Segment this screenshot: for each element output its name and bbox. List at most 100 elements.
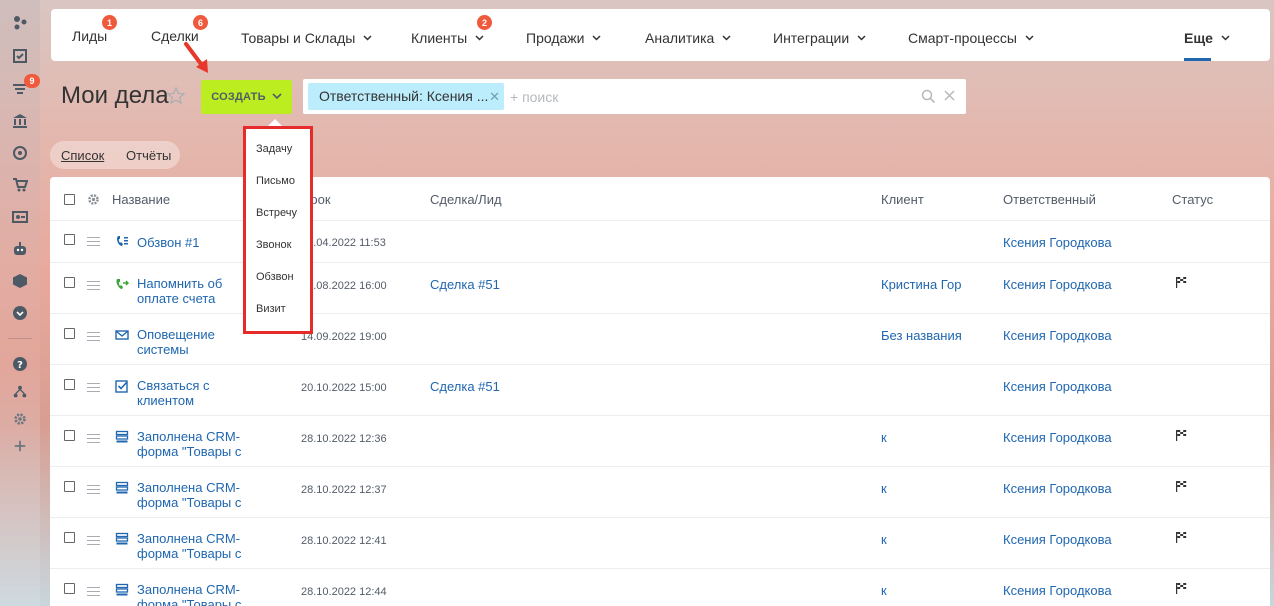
- nav-item-products-warehouses[interactable]: Товары и Склады: [241, 28, 372, 46]
- column-header-name[interactable]: Название: [112, 192, 170, 207]
- drag-handle-icon[interactable]: [87, 434, 100, 446]
- row-checkbox[interactable]: [64, 379, 75, 390]
- nav-item-more[interactable]: Еще: [1184, 28, 1230, 46]
- create-button[interactable]: СОЗДАТЬ: [201, 80, 292, 114]
- menu-item-visit[interactable]: Визит: [256, 303, 286, 315]
- menu-item-email[interactable]: Письмо: [256, 175, 295, 187]
- tasks-icon[interactable]: [11, 47, 29, 65]
- create-dropdown-menu: Задачу Письмо Встречу Звонок Обзвон Визи…: [243, 126, 313, 334]
- select-all-checkbox[interactable]: [64, 194, 75, 205]
- activity-name-link[interactable]: Связаться с клиентом: [137, 378, 252, 408]
- favorite-star-icon[interactable]: [166, 86, 186, 106]
- more-down-icon[interactable]: [11, 304, 29, 322]
- filter-chip-responsible[interactable]: Ответственный: Ксения ... ✕: [308, 83, 504, 110]
- client-link[interactable]: Без названия: [881, 328, 962, 343]
- row-checkbox[interactable]: [64, 234, 75, 245]
- bank-icon[interactable]: [11, 112, 29, 130]
- table-row[interactable]: Заполнена CRM-форма "Товары с 28.10.2022…: [50, 568, 1270, 606]
- close-icon[interactable]: ✕: [489, 83, 500, 110]
- client-link[interactable]: к: [881, 532, 887, 547]
- table-row[interactable]: Обзвон #1 14.04.2022 11:53 Ксения Городк…: [50, 220, 1270, 262]
- menu-item-meeting[interactable]: Встречу: [256, 207, 297, 219]
- chevron-down-icon: [1025, 28, 1034, 44]
- target-icon[interactable]: [11, 144, 29, 162]
- tab-reports[interactable]: Отчёты: [126, 148, 171, 163]
- nav-item-sales[interactable]: Продажи: [526, 28, 601, 46]
- drag-handle-icon[interactable]: [87, 237, 100, 249]
- menu-item-call[interactable]: Звонок: [256, 239, 292, 251]
- drag-handle-icon[interactable]: [87, 587, 100, 599]
- view-tabs: Список Отчёты: [50, 141, 180, 169]
- row-checkbox[interactable]: [64, 481, 75, 492]
- table-row[interactable]: Заполнена CRM-форма "Товары с 28.10.2022…: [50, 415, 1270, 466]
- drag-handle-icon[interactable]: [87, 383, 100, 395]
- robot-icon[interactable]: [11, 240, 29, 258]
- tab-list[interactable]: Список: [61, 148, 104, 163]
- activity-deadline: 28.10.2022 12:44: [301, 586, 387, 598]
- table-row[interactable]: Связаться с клиентом 20.10.2022 15:00 Сд…: [50, 364, 1270, 415]
- table-row[interactable]: Оповещение системы 14.09.2022 19:00 Без …: [50, 313, 1270, 364]
- table-row[interactable]: Заполнена CRM-форма "Товары с 28.10.2022…: [50, 466, 1270, 517]
- client-link[interactable]: Кристина Гор: [881, 277, 961, 292]
- nav-item-integrations[interactable]: Интеграции: [773, 28, 866, 46]
- menu-item-task[interactable]: Задачу: [256, 143, 292, 155]
- client-link[interactable]: к: [881, 430, 887, 445]
- activity-name-link[interactable]: Обзвон #1: [137, 235, 252, 250]
- column-header-deal-lead[interactable]: Сделка/Лид: [430, 192, 502, 207]
- table-row[interactable]: Заполнена CRM-форма "Товары с 28.10.2022…: [50, 517, 1270, 568]
- drag-handle-icon[interactable]: [87, 485, 100, 497]
- nav-item-clients[interactable]: Клиенты: [411, 28, 484, 46]
- responsible-link[interactable]: Ксения Городкова: [1003, 430, 1112, 445]
- drag-handle-icon[interactable]: [87, 332, 100, 344]
- responsible-link[interactable]: Ксения Городкова: [1003, 532, 1112, 547]
- apps-icon[interactable]: [11, 14, 29, 32]
- table-row[interactable]: Напомнить об оплате счета 16.08.2022 16:…: [50, 262, 1270, 313]
- client-link[interactable]: к: [881, 481, 887, 496]
- drag-handle-icon[interactable]: [87, 281, 100, 293]
- nav-item-smart-processes[interactable]: Смарт-процессы: [908, 28, 1034, 46]
- activity-name-link[interactable]: Заполнена CRM-форма "Товары с: [137, 582, 252, 606]
- row-checkbox[interactable]: [64, 583, 75, 594]
- table-settings-gear-icon[interactable]: [87, 193, 100, 206]
- row-checkbox[interactable]: [64, 328, 75, 339]
- crm-form-icon: [115, 532, 129, 545]
- responsible-link[interactable]: Ксения Городкова: [1003, 379, 1112, 394]
- activity-name-link[interactable]: Заполнена CRM-форма "Товары с: [137, 480, 252, 510]
- deal-link[interactable]: Сделка #51: [430, 379, 500, 394]
- finish-flag-icon: [1176, 481, 1187, 492]
- responsible-link[interactable]: Ксения Городкова: [1003, 277, 1112, 292]
- structure-icon[interactable]: [11, 383, 29, 401]
- activity-name-link[interactable]: Заполнена CRM-форма "Товары с: [137, 429, 252, 459]
- nav-item-label: Интеграции: [773, 30, 850, 46]
- settings-gear-icon[interactable]: [11, 410, 29, 428]
- row-checkbox[interactable]: [64, 277, 75, 288]
- row-checkbox[interactable]: [64, 532, 75, 543]
- nav-item-leads[interactable]: Лиды: [72, 28, 107, 44]
- responsible-link[interactable]: Ксения Городкова: [1003, 481, 1112, 496]
- nav-item-analytics[interactable]: Аналитика: [645, 28, 731, 46]
- deal-link[interactable]: Сделка #51: [430, 277, 500, 292]
- column-header-responsible[interactable]: Ответственный: [1003, 192, 1096, 207]
- search-icon[interactable]: [921, 89, 936, 104]
- contact-card-icon[interactable]: [11, 208, 29, 226]
- activity-deadline: 28.10.2022 12:41: [301, 535, 387, 547]
- client-link[interactable]: к: [881, 583, 887, 598]
- activity-name-link[interactable]: Заполнена CRM-форма "Товары с: [137, 531, 252, 561]
- clear-icon[interactable]: [943, 89, 956, 102]
- filter-search-bar[interactable]: Ответственный: Ксения ... ✕ + поиск: [303, 79, 966, 114]
- responsible-link[interactable]: Ксения Городкова: [1003, 235, 1112, 250]
- help-icon[interactable]: ?: [11, 355, 29, 373]
- activity-name-link[interactable]: Оповещение системы: [137, 327, 252, 357]
- add-icon[interactable]: [11, 437, 29, 455]
- responsible-link[interactable]: Ксения Городкова: [1003, 328, 1112, 343]
- drag-handle-icon[interactable]: [87, 536, 100, 548]
- cart-icon[interactable]: [11, 176, 29, 194]
- activity-name-link[interactable]: Напомнить об оплате счета: [137, 276, 252, 306]
- responsible-link[interactable]: Ксения Городкова: [1003, 583, 1112, 598]
- menu-item-call-list[interactable]: Обзвон: [256, 271, 294, 283]
- column-header-status[interactable]: Статус: [1172, 192, 1213, 207]
- column-header-client[interactable]: Клиент: [881, 192, 924, 207]
- box-icon[interactable]: [11, 272, 29, 290]
- row-checkbox[interactable]: [64, 430, 75, 441]
- search-input[interactable]: + поиск: [510, 89, 558, 105]
